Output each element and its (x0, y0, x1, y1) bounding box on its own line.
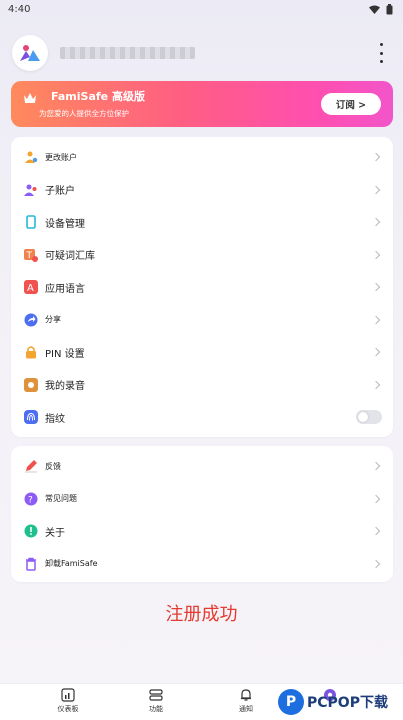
chevron-right-icon (371, 494, 381, 503)
menu_main-row-2[interactable]: 设备管理 (11, 206, 393, 238)
language-icon: A (24, 280, 38, 294)
settings-card-support: 反馈? 常见问题 关于 卸载FamiSafe (11, 446, 393, 582)
watermark-logo: P (278, 688, 304, 715)
dashboard-icon (48, 686, 88, 704)
tab-label: 仪表板 (57, 705, 79, 713)
menu_main-row-1[interactable]: 子账户 (11, 174, 393, 206)
menu_main-label: PIN 设置 (45, 348, 85, 360)
more-options-button[interactable] (376, 43, 386, 63)
menu_main-label: 子账户 (45, 186, 75, 197)
info-icon (24, 524, 38, 538)
menu_support-row-2[interactable]: 关于 (11, 515, 393, 547)
chevron-right-icon (371, 250, 381, 259)
menu_main-row-4[interactable]: A 应用语言 (11, 271, 393, 303)
menu_main-row-7[interactable]: 我的录音 (11, 369, 393, 401)
tab-label: 功能 (149, 705, 163, 713)
share-icon (24, 313, 38, 327)
chevron-right-icon (371, 217, 381, 227)
chevron-right-icon (371, 315, 381, 324)
chevron-right-icon (371, 152, 381, 162)
menu_main-label: 应用语言 (45, 283, 85, 295)
chevron-right-icon (371, 526, 381, 536)
bell-icon (226, 686, 266, 704)
menu_support-label: 卸载FamiSafe (45, 559, 98, 568)
menu_support-label: 常见问题 (45, 494, 77, 503)
username-redacted (60, 47, 195, 59)
fingerprint-icon (24, 410, 38, 424)
menu_support-label: 关于 (45, 527, 65, 539)
lock-icon (24, 345, 38, 359)
avatar[interactable] (12, 35, 48, 71)
menu_support-row-1[interactable]: ? 常见问题 (11, 483, 393, 515)
tab-2[interactable]: 通知 (226, 686, 266, 714)
crown-icon (24, 93, 36, 103)
menu_main-label: 我的录音 (45, 381, 85, 392)
wifi-icon (369, 5, 380, 14)
menu_main-label: 分享 (45, 315, 61, 324)
child-account-icon (24, 183, 38, 197)
status-bar: 4:40 (0, 0, 403, 18)
clock: 4:40 (8, 3, 31, 15)
suspicious-words-icon: T (24, 248, 38, 262)
famisafe-logo-icon (20, 45, 40, 61)
settings-card-main: 更改账户子账户设备管理 T 可疑词汇库 A 应用语言分享 PIN 设置 我的录音指纹 (11, 137, 393, 437)
watermark-text: PCPOP下载 (307, 694, 388, 711)
menu_main-row-3[interactable]: T 可疑词汇库 (11, 239, 393, 271)
chevron-right-icon (371, 185, 381, 194)
menu_main-row-6[interactable]: PIN 设置 (11, 336, 393, 368)
success-message: 注册成功 (165, 604, 238, 625)
menu_support-row-3[interactable]: 卸载FamiSafe (11, 548, 393, 580)
menu_support-row-0[interactable]: 反馈 (11, 450, 393, 482)
chevron-right-icon (371, 347, 381, 357)
menu_main-row-8[interactable]: 指纹 (11, 401, 393, 433)
profile-header (12, 33, 392, 73)
chevron-right-icon (371, 380, 381, 389)
feedback-icon (24, 459, 38, 473)
chevron-right-icon (371, 282, 381, 292)
banner-subtitle: 为您爱的人提供全方位保护 (39, 109, 129, 118)
svg-text:A: A (27, 283, 34, 294)
status-icons (369, 3, 393, 15)
tab-1[interactable]: 功能 (136, 686, 176, 714)
menu_main-label: 可疑词汇库 (45, 251, 95, 262)
menu_main-label: 更改账户 (45, 152, 77, 162)
recording-icon (24, 377, 38, 392)
tab-0[interactable]: 仪表板 (48, 686, 88, 714)
menu_main-label: 指纹 (45, 413, 65, 425)
chevron-right-icon (371, 461, 381, 471)
menu_main-row-0[interactable]: 更改账户 (11, 141, 393, 173)
tab-label: 通知 (239, 705, 253, 713)
uninstall-icon (24, 557, 38, 571)
account-switch-icon (24, 150, 38, 164)
svg-text:?: ? (28, 495, 33, 505)
watermark: P PCPOP下载 (278, 683, 403, 720)
subscribe-button[interactable]: 订阅 > (321, 93, 381, 115)
menu_support-label: 反馈 (45, 461, 61, 471)
device-icon (24, 215, 38, 229)
chevron-right-icon (371, 559, 381, 568)
banner-title: FamiSafe 高级版 (51, 90, 145, 103)
battery-icon (386, 3, 393, 14)
menu_main-row-5[interactable]: 分享 (11, 304, 393, 336)
svg-text:T: T (26, 251, 33, 261)
faq-icon: ? (24, 492, 38, 506)
features-icon (136, 686, 176, 704)
fingerprint-toggle[interactable] (356, 410, 382, 424)
premium-banner[interactable]: FamiSafe 高级版 为您爱的人提供全方位保护 订阅 > (11, 81, 393, 127)
menu_main-label: 设备管理 (45, 218, 85, 230)
